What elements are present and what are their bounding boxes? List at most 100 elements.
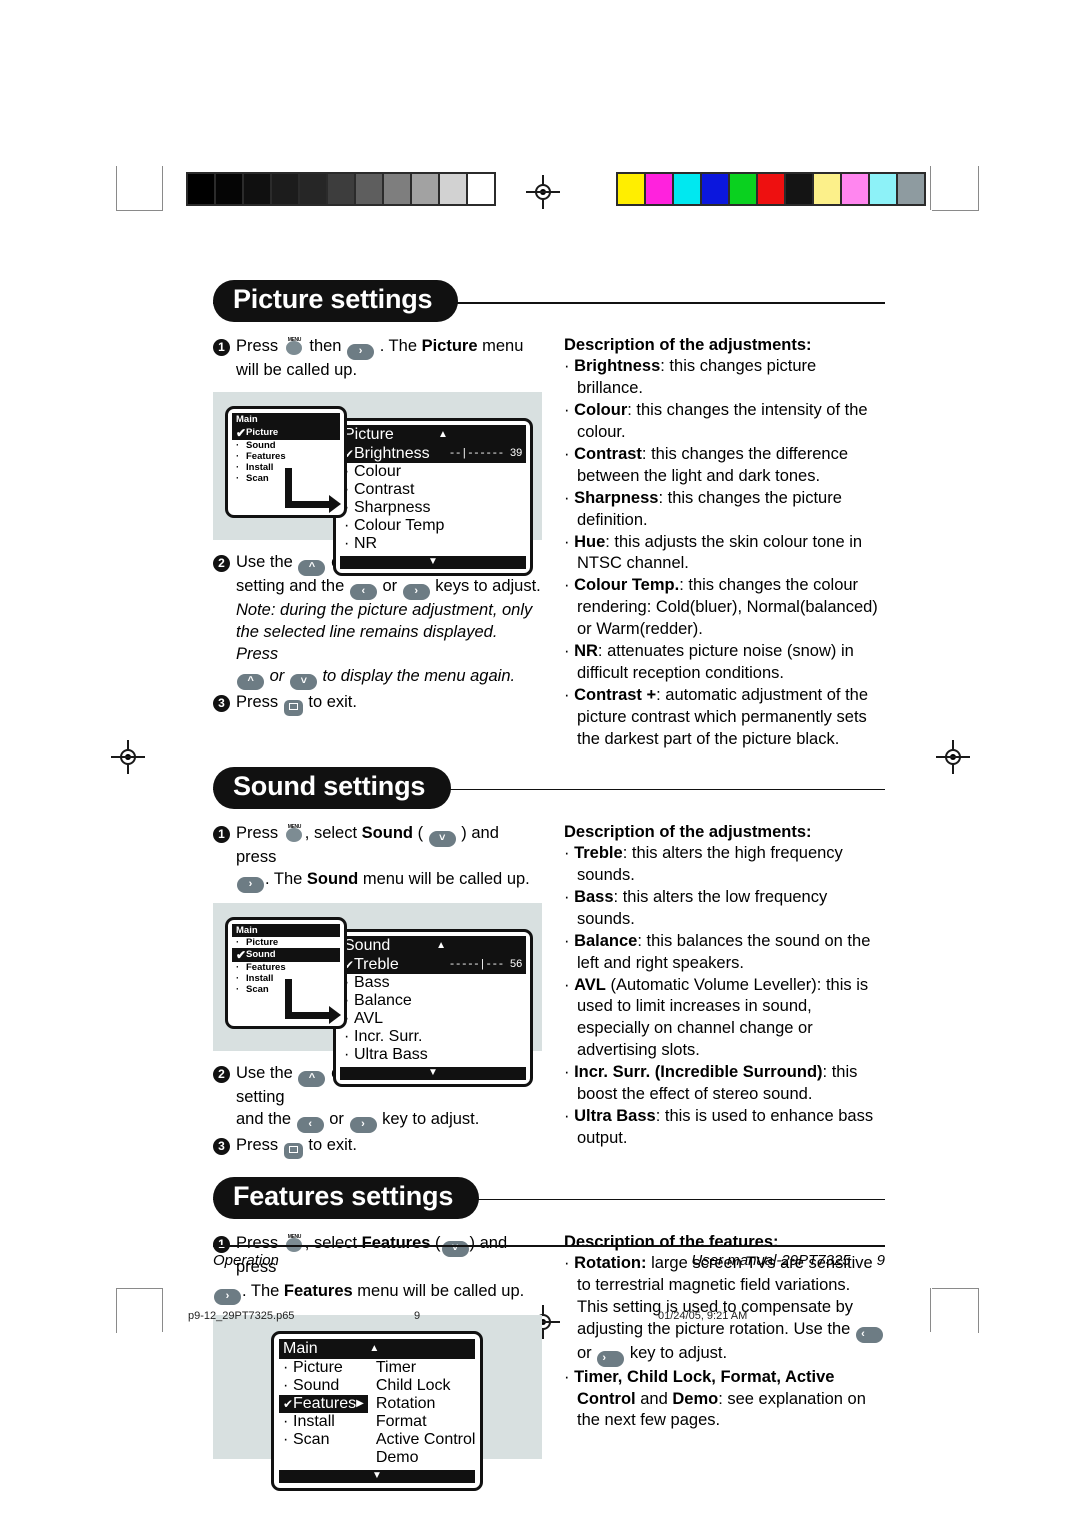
osd-menu-item[interactable]: Rotation	[372, 1395, 480, 1413]
nav-up-icon: ▲	[436, 940, 447, 952]
trim-line-right-bottom	[930, 1288, 931, 1332]
footer-manual-name: User manual-29PT7325	[691, 1251, 851, 1269]
osd-menu-item[interactable]: ·Bass	[340, 974, 526, 992]
nav-up-icon: ▲	[437, 429, 448, 441]
sound-step2-adjust: key to adjust.	[382, 1109, 480, 1128]
features-line2-bold: Features	[283, 1281, 353, 1300]
osd-item-label: Child Lock	[375, 1376, 451, 1394]
osd-stack: Picture ▲ ✔Brightness--|------ 39·Colour…	[225, 405, 542, 576]
osd-menu-item[interactable]: Format	[372, 1413, 480, 1431]
osd-scroll-down-bar: ▼	[340, 1066, 526, 1080]
osd-menu-item[interactable]: Child Lock	[372, 1377, 480, 1395]
osd-menu-item[interactable]: ·Colour	[340, 463, 526, 481]
osd-submenu-title: Picture	[344, 425, 394, 443]
bullet: ·	[563, 576, 575, 595]
osd-item-label: Colour Temp	[354, 516, 445, 534]
osd-menu-item[interactable]: · Picture	[232, 937, 340, 948]
trim-line-left-top	[162, 166, 163, 210]
calibration-swatch	[356, 174, 382, 204]
check-icon: ✔	[283, 1396, 294, 1411]
features-step1-line2: ›. The Features menu will be called up.	[213, 1281, 542, 1305]
osd-main-title: Main	[283, 1339, 318, 1357]
calibration-swatch	[758, 174, 784, 204]
osd-menu-item[interactable]: ✔ Brightness --|------ 39	[340, 444, 526, 463]
step-text-then: then	[309, 337, 342, 355]
down-arrow-key-icon: ˅	[289, 673, 317, 690]
picture-step-3: 3 Press to exit.	[213, 692, 542, 716]
osd-menu-item[interactable]: · Colour Temp	[340, 517, 526, 535]
step-number: 1	[213, 825, 230, 843]
footer-row: Operation User manual-29PT7325 9	[213, 1252, 885, 1269]
trim-line-right-top	[930, 166, 931, 210]
osd-menu-item[interactable]: ·Balance	[340, 992, 526, 1010]
osd-menu-item[interactable]: ✔ Picture	[232, 425, 340, 440]
picture-osd-illustration: Picture ▲ ✔Brightness--|------ 39·Colour…	[213, 391, 542, 576]
step3-press: Press	[236, 692, 279, 711]
osd-menu-item[interactable]: ·Contrast	[340, 481, 526, 499]
calibration-swatch	[674, 174, 700, 204]
osd-item-label: Format	[375, 1412, 427, 1430]
osd-menu-item[interactable]: · Features	[232, 451, 340, 462]
osd-menu-item[interactable]: · Scan	[279, 1431, 368, 1449]
osd-item-label: NR	[354, 534, 378, 552]
osd-menu-item[interactable]: · NR	[340, 535, 526, 553]
note-line3: to display the menu again.	[322, 666, 516, 685]
osd-item-label: Active Control	[375, 1430, 476, 1448]
step-text-press: Press	[236, 337, 279, 355]
osd-menu-item[interactable]: · Features	[232, 962, 340, 973]
others-bold-b: Control	[576, 1389, 636, 1408]
picture-right-column: Description of the adjustments: · Bright…	[564, 336, 885, 751]
osd-menu-item[interactable]: Active Control	[372, 1431, 480, 1449]
exit-key-icon	[283, 699, 303, 716]
calibration-swatch	[244, 174, 270, 204]
osd-menu-item[interactable]: ✔ Sound	[232, 947, 340, 962]
sound-step3-exit: to exit.	[308, 1135, 357, 1154]
calibration-swatch	[702, 174, 728, 204]
osd-features-body: · Picture · Sound ✔ Features ▶ · Install · Scan Ti…	[279, 1359, 475, 1467]
bullet-icon: ·	[283, 1430, 289, 1448]
step2-adjust: keys to adjust.	[435, 576, 541, 595]
osd-menu-item[interactable]: · Install	[279, 1413, 368, 1431]
osd-menu-item[interactable]: · Sound	[232, 440, 340, 451]
description-term: Balance	[574, 931, 638, 950]
bullet-icon: ·	[236, 472, 240, 484]
description-term: Contrast +	[574, 686, 657, 705]
bullet-icon: ·	[283, 1358, 289, 1376]
osd-menu-item[interactable]: ✔ Features ▶	[279, 1394, 368, 1413]
step-number: 3	[213, 1137, 230, 1155]
osd-menu-item[interactable]: Timer	[372, 1359, 480, 1377]
osd-menu-item[interactable]: · Incr. Surr.	[340, 1028, 526, 1046]
osd-menu-item[interactable]: · Sound	[279, 1377, 368, 1395]
sound-step1-line2b: menu will be called up.	[362, 869, 530, 888]
nav-down-icon: ▼	[428, 555, 438, 567]
osd-menu-item[interactable]: · Ultra Bass	[340, 1046, 526, 1064]
description-item: · Sharpness: this changes the picture de…	[564, 488, 885, 532]
description-term: Colour Temp.	[574, 576, 680, 595]
bullet-icon: ·	[236, 961, 240, 973]
osd-menu-item[interactable]: ✔ Treble -----|--- 56	[340, 955, 526, 974]
osd-menu-item[interactable]: ·AVL	[340, 1010, 526, 1028]
osd-item-value: -----|--- 56	[448, 958, 523, 971]
step-text: Press MENU then › . The Picture menu wil…	[236, 336, 542, 382]
osd-stack: Sound ▲ ✔Treble-----|--- 56·Bass·Balance…	[225, 916, 542, 1087]
right-arrow-key-icon: ›	[214, 1288, 241, 1305]
section-header-features: Features settings	[213, 1176, 885, 1219]
osd-menu-item[interactable]: Demo	[372, 1449, 480, 1467]
section-header-sound: Sound settings	[213, 766, 885, 809]
osd-item-label: Brightness	[354, 444, 430, 462]
step3-exit: to exit.	[308, 692, 357, 711]
osd-menu-item[interactable]: ·Sharpness	[340, 499, 526, 517]
step-number: 1	[213, 339, 230, 356]
sound-step3-press: Press	[236, 1135, 279, 1154]
others-and: and	[640, 1389, 668, 1408]
print-timestamp: 01/24/05, 9:21 AM	[658, 1310, 748, 1322]
osd-main-header: Main ▲	[279, 1338, 475, 1359]
calibration-swatch	[216, 174, 242, 204]
sound-right-column: Description of the adjustments: · Treble…	[564, 823, 885, 1150]
section-body-picture: 1 Press MENU then › . The Picture menu w…	[213, 336, 885, 751]
calibration-swatch	[786, 174, 812, 204]
osd-menu-item[interactable]: · Picture	[279, 1359, 368, 1377]
left-arrow-key-icon: ‹	[855, 1326, 883, 1343]
bullet: ·	[563, 400, 575, 419]
osd-item-label: AVL	[354, 1009, 384, 1027]
